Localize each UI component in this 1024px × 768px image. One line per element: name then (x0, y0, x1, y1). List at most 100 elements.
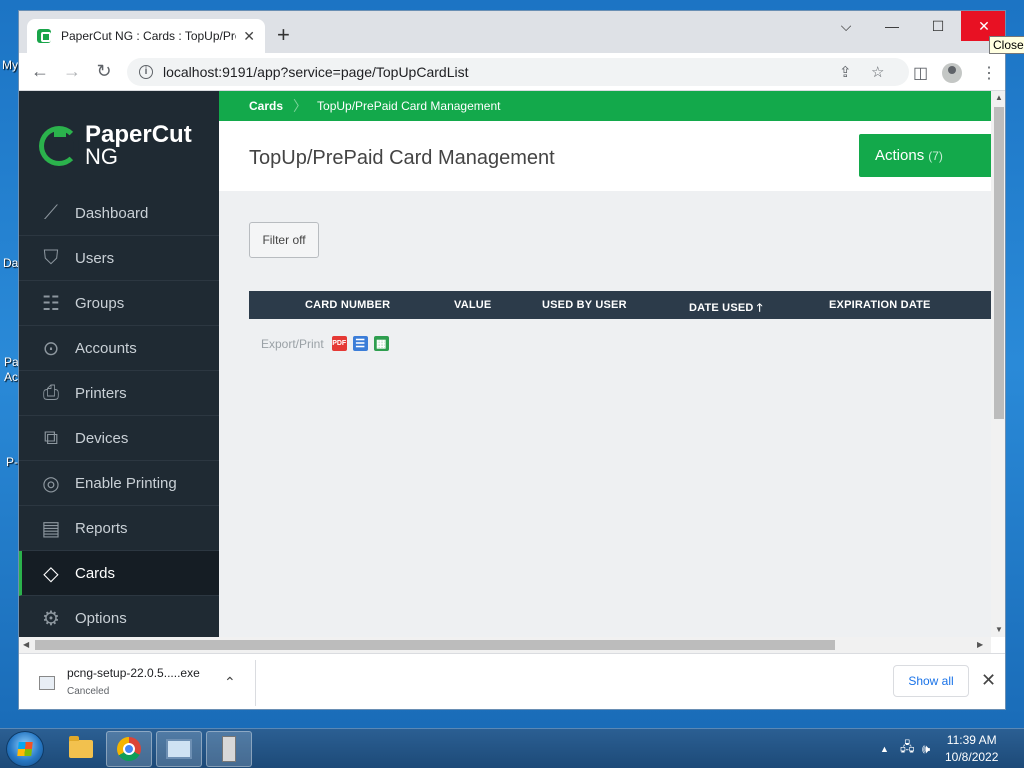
column-date-used[interactable]: DATE USED 🡑 (689, 299, 763, 318)
sidebar-item-enable-printing[interactable]: ◎ Enable Printing (19, 461, 219, 506)
main-panel: Cards 〉 TopUp/PrePaid Card Management To… (219, 91, 999, 637)
horizontal-scroll-thumb[interactable] (35, 640, 835, 650)
column-used-by-user[interactable]: USED BY USER (542, 299, 627, 311)
scroll-right-icon[interactable]: ▶ (977, 640, 983, 649)
export-print-bar: Export/Print PDF ☰ ▦ (261, 336, 389, 351)
close-tooltip: Close (989, 36, 1024, 54)
scroll-down-icon[interactable]: ▼ (995, 625, 1003, 634)
site-info-icon[interactable]: i (139, 65, 153, 79)
sidebar-item-options[interactable]: ⚙ Options (19, 596, 219, 637)
scroll-up-icon[interactable]: ▲ (995, 93, 1003, 102)
printer-icon: ⎙ (43, 381, 59, 404)
actions-button[interactable]: Actions (7) (859, 134, 999, 177)
cards-icon: ◇ (43, 562, 59, 585)
tab-close-icon[interactable]: ✕ (243, 28, 255, 45)
maximize-button[interactable]: ☐ (915, 11, 961, 41)
sidebar-item-label: Users (75, 249, 115, 267)
tab-search-button[interactable]: ⌵ (823, 11, 869, 41)
file-explorer-taskbar-button[interactable] (58, 731, 104, 767)
address-bar[interactable]: i localhost:9191/app?service=page/TopUpC… (127, 58, 909, 86)
system-clock[interactable]: 11:39 AM 10/8/2022 (945, 732, 998, 766)
desktop-icon-label[interactable]: Pa (4, 355, 19, 369)
volume-icon[interactable]: 🕪 (922, 729, 930, 768)
server-app-icon (222, 736, 236, 762)
sidebar-item-dashboard[interactable]: ⟋ Dashboard (19, 191, 219, 236)
forward-icon[interactable]: → (61, 61, 83, 82)
sidebar-item-reports[interactable]: ▤ Reports (19, 506, 219, 551)
chevron-up-icon[interactable]: ⌃ (224, 674, 236, 691)
sidebar-item-cards[interactable]: ◇ Cards (19, 551, 219, 596)
groups-icon: ☷ (42, 292, 60, 315)
sidebar-item-accounts[interactable]: ⊙ Accounts (19, 326, 219, 371)
vertical-scroll-thumb[interactable] (994, 107, 1004, 419)
chrome-taskbar-button[interactable] (106, 731, 152, 767)
breadcrumb-cards-link[interactable]: Cards (249, 99, 283, 113)
sidebar-item-devices[interactable]: ⧉ Devices (19, 416, 219, 461)
devices-icon: ⧉ (43, 426, 59, 449)
actions-label: Actions (875, 147, 925, 164)
sidebar-item-printers[interactable]: ⎙ Printers (19, 371, 219, 416)
divider (255, 660, 256, 706)
taskbar: ▲ 🖧 🕪 11:39 AM 10/8/2022 (0, 728, 1024, 768)
installer-file-icon (39, 676, 55, 690)
pdf-export-icon[interactable]: PDF (331, 336, 347, 351)
csv-export-icon[interactable]: ▦ (373, 336, 389, 351)
papercut-logo-icon (39, 126, 79, 166)
browser-toolbar: ← → ↻ i localhost:9191/app?service=page/… (19, 53, 1005, 91)
profile-avatar-icon[interactable] (942, 63, 962, 83)
enable-printing-icon: ◎ (42, 472, 60, 495)
horizontal-scrollbar[interactable]: ◀ ▶ (19, 637, 991, 653)
breadcrumb-current: TopUp/PrePaid Card Management (317, 99, 501, 113)
actions-count: (7) (928, 148, 943, 163)
menu-kebab-icon[interactable]: ⋮ (981, 63, 997, 83)
server-app-taskbar-button[interactable] (206, 731, 252, 767)
browser-tab[interactable]: PaperCut NG : Cards : TopUp/PrePaid Card… (27, 19, 265, 53)
scroll-left-icon[interactable]: ◀ (23, 640, 29, 649)
browser-window: PaperCut NG : Cards : TopUp/PrePaid Card… (18, 10, 1006, 710)
sidebar-item-label: Enable Printing (75, 474, 177, 492)
download-filename[interactable]: pcng-setup-22.0.5.....exe (67, 666, 200, 680)
show-hidden-icons-icon[interactable]: ▲ (880, 729, 889, 768)
url-text[interactable]: localhost:9191/app?service=page/TopUpCar… (163, 64, 468, 80)
close-download-bar-icon[interactable]: ✕ (981, 670, 996, 691)
sidebar-item-label: Reports (75, 519, 128, 537)
html-export-icon[interactable]: ☰ (352, 336, 368, 351)
bookmark-star-icon[interactable]: ☆ (871, 58, 884, 86)
sidebar: PaperCut NG ⟋ Dashboard ⛉ Users ☷ Groups… (19, 91, 219, 637)
desktop-icon-label[interactable]: My (2, 58, 18, 72)
back-icon[interactable]: ← (29, 61, 51, 82)
sidebar-item-groups[interactable]: ☷ Groups (19, 281, 219, 326)
sidebar-item-label: Cards (75, 564, 116, 582)
folder-icon (69, 736, 93, 758)
network-icon[interactable]: 🖧 (900, 729, 915, 768)
desktop-icon-label[interactable]: P- (6, 455, 18, 469)
column-expiration-date[interactable]: EXPIRATION DATE (829, 299, 931, 311)
desktop-icon-label[interactable]: Da (3, 256, 18, 270)
sidebar-item-label: Printers (75, 384, 127, 402)
download-bar: pcng-setup-22.0.5.....exe Canceled ⌃ Sho… (19, 653, 1005, 709)
page-content: PaperCut NG ⟋ Dashboard ⛉ Users ☷ Groups… (19, 91, 1005, 637)
sidebar-item-label: Dashboard (75, 204, 149, 222)
breadcrumb: Cards 〉 TopUp/PrePaid Card Management (219, 91, 991, 121)
clock-time: 11:39 AM (946, 733, 997, 747)
new-tab-button[interactable]: + (277, 24, 290, 46)
desktop-icon-label[interactable]: Ac (4, 370, 18, 384)
network-app-taskbar-button[interactable] (156, 731, 202, 767)
gear-icon: ⚙ (42, 607, 60, 630)
minimize-button[interactable]: — (869, 11, 915, 41)
column-value[interactable]: VALUE (454, 299, 491, 311)
reload-icon[interactable]: ↻ (93, 61, 115, 82)
vertical-scrollbar[interactable]: ▲ ▼ (991, 91, 1005, 637)
start-button[interactable] (6, 731, 44, 767)
sidebar-item-label: Groups (75, 294, 125, 312)
share-icon[interactable]: ⇪ (839, 58, 852, 86)
side-panel-icon[interactable]: ◫ (913, 63, 928, 83)
show-all-button[interactable]: Show all (893, 665, 969, 697)
filter-toggle-button[interactable]: Filter off (249, 222, 319, 258)
export-print-label: Export/Print (261, 336, 324, 351)
chart-line-icon: ⟋ (44, 201, 58, 224)
sidebar-item-label: Devices (75, 429, 129, 447)
sidebar-item-users[interactable]: ⛉ Users (19, 236, 219, 281)
papercut-logo[interactable]: PaperCut NG (39, 121, 192, 171)
column-card-number[interactable]: CARD NUMBER (305, 299, 390, 311)
